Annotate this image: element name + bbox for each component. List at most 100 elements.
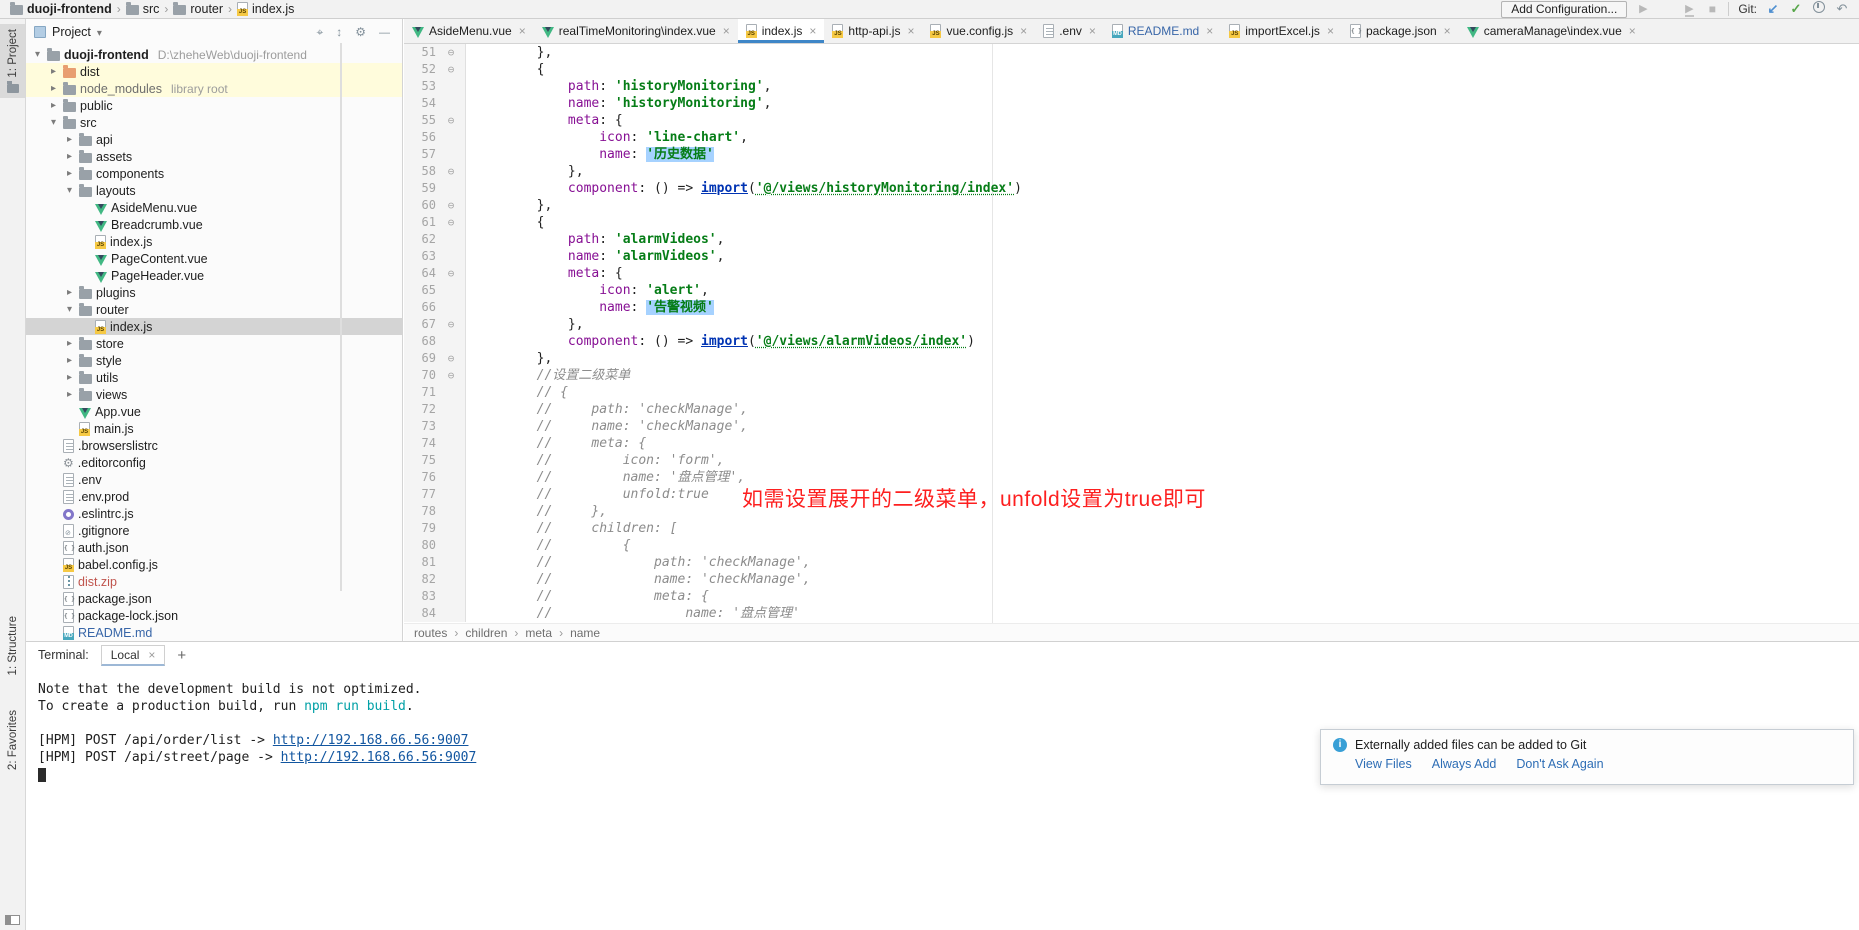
chevron-right-icon[interactable] <box>64 389 75 400</box>
tree-item[interactable]: plugins <box>26 284 402 301</box>
code-line[interactable]: 64 meta: { <box>404 265 1859 282</box>
tree-item[interactable]: .gitignore <box>26 522 402 539</box>
tree-item[interactable]: layouts <box>26 182 402 199</box>
chevron-down-icon[interactable] <box>64 185 75 196</box>
code-line[interactable]: 83 // meta: { <box>404 588 1859 605</box>
stop-icon[interactable] <box>1705 2 1719 17</box>
editor-tab[interactable]: .env <box>1035 19 1104 43</box>
tree-item[interactable]: duoji-frontendD:\zheheWeb\duoji-frontend <box>26 46 402 63</box>
chevron-right-icon[interactable] <box>64 372 75 383</box>
code-line[interactable]: 60 }, <box>404 197 1859 214</box>
tree-scrollbar[interactable] <box>340 43 342 591</box>
toolwindow-tab-favorites[interactable]: 2: Favorites <box>0 705 25 775</box>
tree-item[interactable]: router <box>26 301 402 318</box>
tree-item[interactable]: node_moduleslibrary root <box>26 80 402 97</box>
chevron-down-icon[interactable] <box>64 304 75 315</box>
code-line[interactable]: 65 icon: 'alert', <box>404 282 1859 299</box>
tree-item[interactable]: .editorconfig <box>26 454 402 471</box>
editor-breadcrumb-item[interactable]: children <box>465 626 507 640</box>
fold-icon[interactable] <box>440 350 462 367</box>
tree-item[interactable]: AsideMenu.vue <box>26 199 402 216</box>
git-update-icon[interactable] <box>1766 2 1780 16</box>
tree-item[interactable]: .env.prod <box>26 488 402 505</box>
tree-item[interactable]: README.md <box>26 624 402 641</box>
tree-item[interactable]: package.json <box>26 590 402 607</box>
tree-item[interactable]: assets <box>26 148 402 165</box>
git-rollback-icon[interactable] <box>1835 2 1849 16</box>
notification-action[interactable]: View Files <box>1355 757 1412 771</box>
tree-item[interactable]: PageHeader.vue <box>26 267 402 284</box>
chevron-right-icon[interactable] <box>48 66 59 77</box>
new-terminal-button[interactable]: + <box>177 647 186 664</box>
fold-icon[interactable] <box>440 44 462 61</box>
editor-tab[interactable]: vue.config.js <box>922 19 1035 43</box>
code-line[interactable]: 66 name: '告警视频' <box>404 299 1859 316</box>
close-icon[interactable] <box>723 24 730 38</box>
code-line[interactable]: 55 meta: { <box>404 112 1859 129</box>
close-icon[interactable] <box>907 24 914 38</box>
code-line[interactable]: 52 { <box>404 61 1859 78</box>
code-line[interactable]: 67 }, <box>404 316 1859 333</box>
expand-collapse-icon[interactable] <box>336 25 342 39</box>
code-line[interactable]: 80 // { <box>404 537 1859 554</box>
code-line[interactable]: 53 path: 'historyMonitoring', <box>404 78 1859 95</box>
fold-icon[interactable] <box>440 61 462 78</box>
tree-item[interactable]: dist <box>26 63 402 80</box>
close-icon[interactable] <box>1020 24 1027 38</box>
tree-item[interactable]: .eslintrc.js <box>26 505 402 522</box>
code-line[interactable]: 70 //设置二级菜单 <box>404 367 1859 384</box>
chevron-down-icon[interactable] <box>32 49 43 60</box>
tree-item[interactable]: utils <box>26 369 402 386</box>
fold-icon[interactable] <box>440 197 462 214</box>
toolwindow-switcher-icon[interactable] <box>5 915 20 925</box>
editor-tab[interactable]: index.js <box>738 19 825 43</box>
breadcrumb-item[interactable]: duoji-frontend <box>10 2 112 16</box>
chevron-right-icon[interactable] <box>48 100 59 111</box>
editor-breadcrumb-item[interactable]: name <box>570 626 600 640</box>
terminal-link[interactable]: http://192.168.66.56:9007 <box>273 733 469 748</box>
chevron-right-icon[interactable] <box>64 338 75 349</box>
breadcrumb-item[interactable]: index.js <box>237 2 294 16</box>
run-with-coverage-icon[interactable] <box>1682 2 1696 16</box>
code-line[interactable]: 84 // name: '盘点管理' <box>404 605 1859 622</box>
code-line[interactable]: 58 }, <box>404 163 1859 180</box>
code-line[interactable]: 81 // path: 'checkManage', <box>404 554 1859 571</box>
editor-tab[interactable]: package.json <box>1342 19 1459 43</box>
code-line[interactable]: 79 // children: [ <box>404 520 1859 537</box>
fold-icon[interactable] <box>440 112 462 129</box>
git-commit-icon[interactable] <box>1789 2 1803 16</box>
close-icon[interactable] <box>1327 24 1334 38</box>
breadcrumb-item[interactable]: src <box>126 2 160 16</box>
tree-item[interactable]: public <box>26 97 402 114</box>
code-line[interactable]: 68 component: () => import('@/views/alar… <box>404 333 1859 350</box>
add-configuration-button[interactable]: Add Configuration... <box>1501 1 1627 18</box>
close-icon[interactable] <box>1206 24 1213 38</box>
code-line[interactable]: 56 icon: 'line-chart', <box>404 129 1859 146</box>
select-opened-file-icon[interactable] <box>316 25 323 40</box>
tree-item[interactable]: index.js <box>26 318 402 335</box>
close-icon[interactable] <box>1089 24 1096 38</box>
close-icon[interactable] <box>1444 24 1451 38</box>
chevron-right-icon[interactable] <box>64 134 75 145</box>
tree-item[interactable]: .browserslistrc <box>26 437 402 454</box>
code-line[interactable]: 73 // name: 'checkManage', <box>404 418 1859 435</box>
code-line[interactable]: 54 name: 'historyMonitoring', <box>404 95 1859 112</box>
tree-item[interactable]: style <box>26 352 402 369</box>
chevron-right-icon[interactable] <box>64 355 75 366</box>
fold-icon[interactable] <box>440 265 462 282</box>
fold-icon[interactable] <box>440 316 462 333</box>
code-line[interactable]: 75 // icon: 'form', <box>404 452 1859 469</box>
gear-icon[interactable] <box>355 25 366 39</box>
fold-icon[interactable] <box>440 214 462 231</box>
terminal-tab-local[interactable]: Local <box>101 645 166 666</box>
chevron-right-icon[interactable] <box>64 168 75 179</box>
chevron-down-icon[interactable] <box>48 117 59 128</box>
breadcrumb-item[interactable]: router <box>173 2 223 16</box>
code-line[interactable]: 63 name: 'alarmVideos', <box>404 248 1859 265</box>
tree-item[interactable]: Breadcrumb.vue <box>26 216 402 233</box>
chevron-right-icon[interactable] <box>48 83 59 94</box>
hide-panel-icon[interactable] <box>379 25 390 39</box>
code-line[interactable]: 69 }, <box>404 350 1859 367</box>
code-line[interactable]: 51 }, <box>404 44 1859 61</box>
notification-action[interactable]: Always Add <box>1432 757 1497 771</box>
